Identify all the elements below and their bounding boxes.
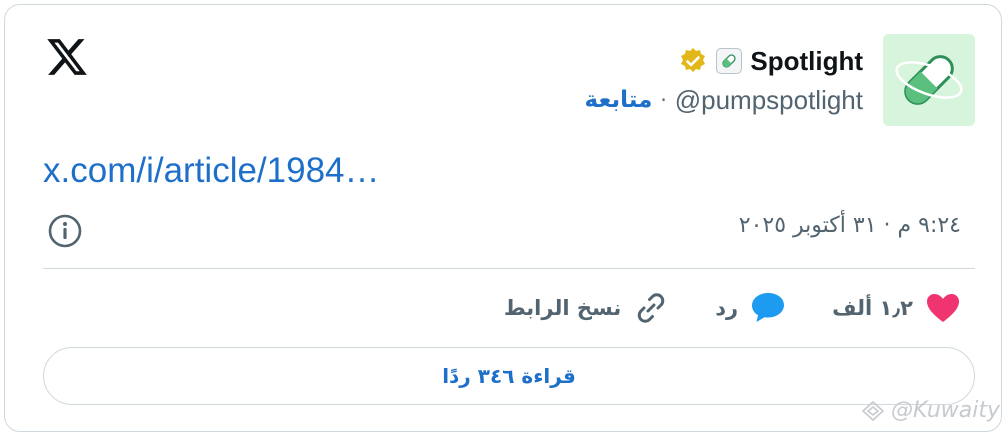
- separator-dot: ·: [660, 88, 667, 112]
- heart-icon: [927, 294, 959, 322]
- copy-link-label: نسخ الرابط: [503, 296, 622, 320]
- post-timestamp[interactable]: ٩:٢٤ م · ٣١ أكتوبر ٢٠٢٥: [739, 213, 961, 238]
- embedded-post-card: Spotlight متابعة · @pumpspotlight x.com/…: [4, 4, 1002, 432]
- action-bar: ١٫٢ ألف رد نسخ الرابط: [458, 285, 961, 331]
- link-icon: [638, 293, 665, 323]
- watermark-logo-icon: [861, 400, 885, 421]
- watermark-text: @Kuwaity: [890, 398, 1000, 423]
- article-link[interactable]: x.com/i/article/1984…: [43, 151, 380, 191]
- follow-button[interactable]: متابعة: [585, 87, 653, 113]
- pill-avatar-icon: [883, 34, 975, 126]
- copy-link-button[interactable]: نسخ الرابط: [504, 290, 669, 326]
- pill-emoji-icon: [716, 48, 743, 74]
- info-icon[interactable]: [47, 213, 83, 249]
- reply-label: رد: [715, 296, 739, 320]
- verified-badge-icon: [681, 48, 706, 72]
- watermark: @Kuwaity: [861, 398, 1000, 423]
- handle-row: متابعة · @pumpspotlight: [585, 83, 863, 117]
- author-name[interactable]: Spotlight: [750, 46, 863, 77]
- like-count: ١٫٢ ألف: [832, 296, 913, 320]
- avatar[interactable]: [883, 34, 975, 126]
- author-handle[interactable]: @pumpspotlight: [675, 85, 863, 116]
- like-button[interactable]: ١٫٢ ألف: [832, 292, 961, 324]
- author-name-row: Spotlight: [678, 43, 863, 79]
- divider: [43, 268, 975, 269]
- x-logo-icon[interactable]: [45, 35, 89, 79]
- reply-bubble-icon: [752, 293, 785, 322]
- read-replies-label: قراءة ٣٤٦ ردًا: [442, 364, 576, 388]
- read-replies-button[interactable]: قراءة ٣٤٦ ردًا: [43, 347, 975, 405]
- reply-button[interactable]: رد: [715, 291, 786, 325]
